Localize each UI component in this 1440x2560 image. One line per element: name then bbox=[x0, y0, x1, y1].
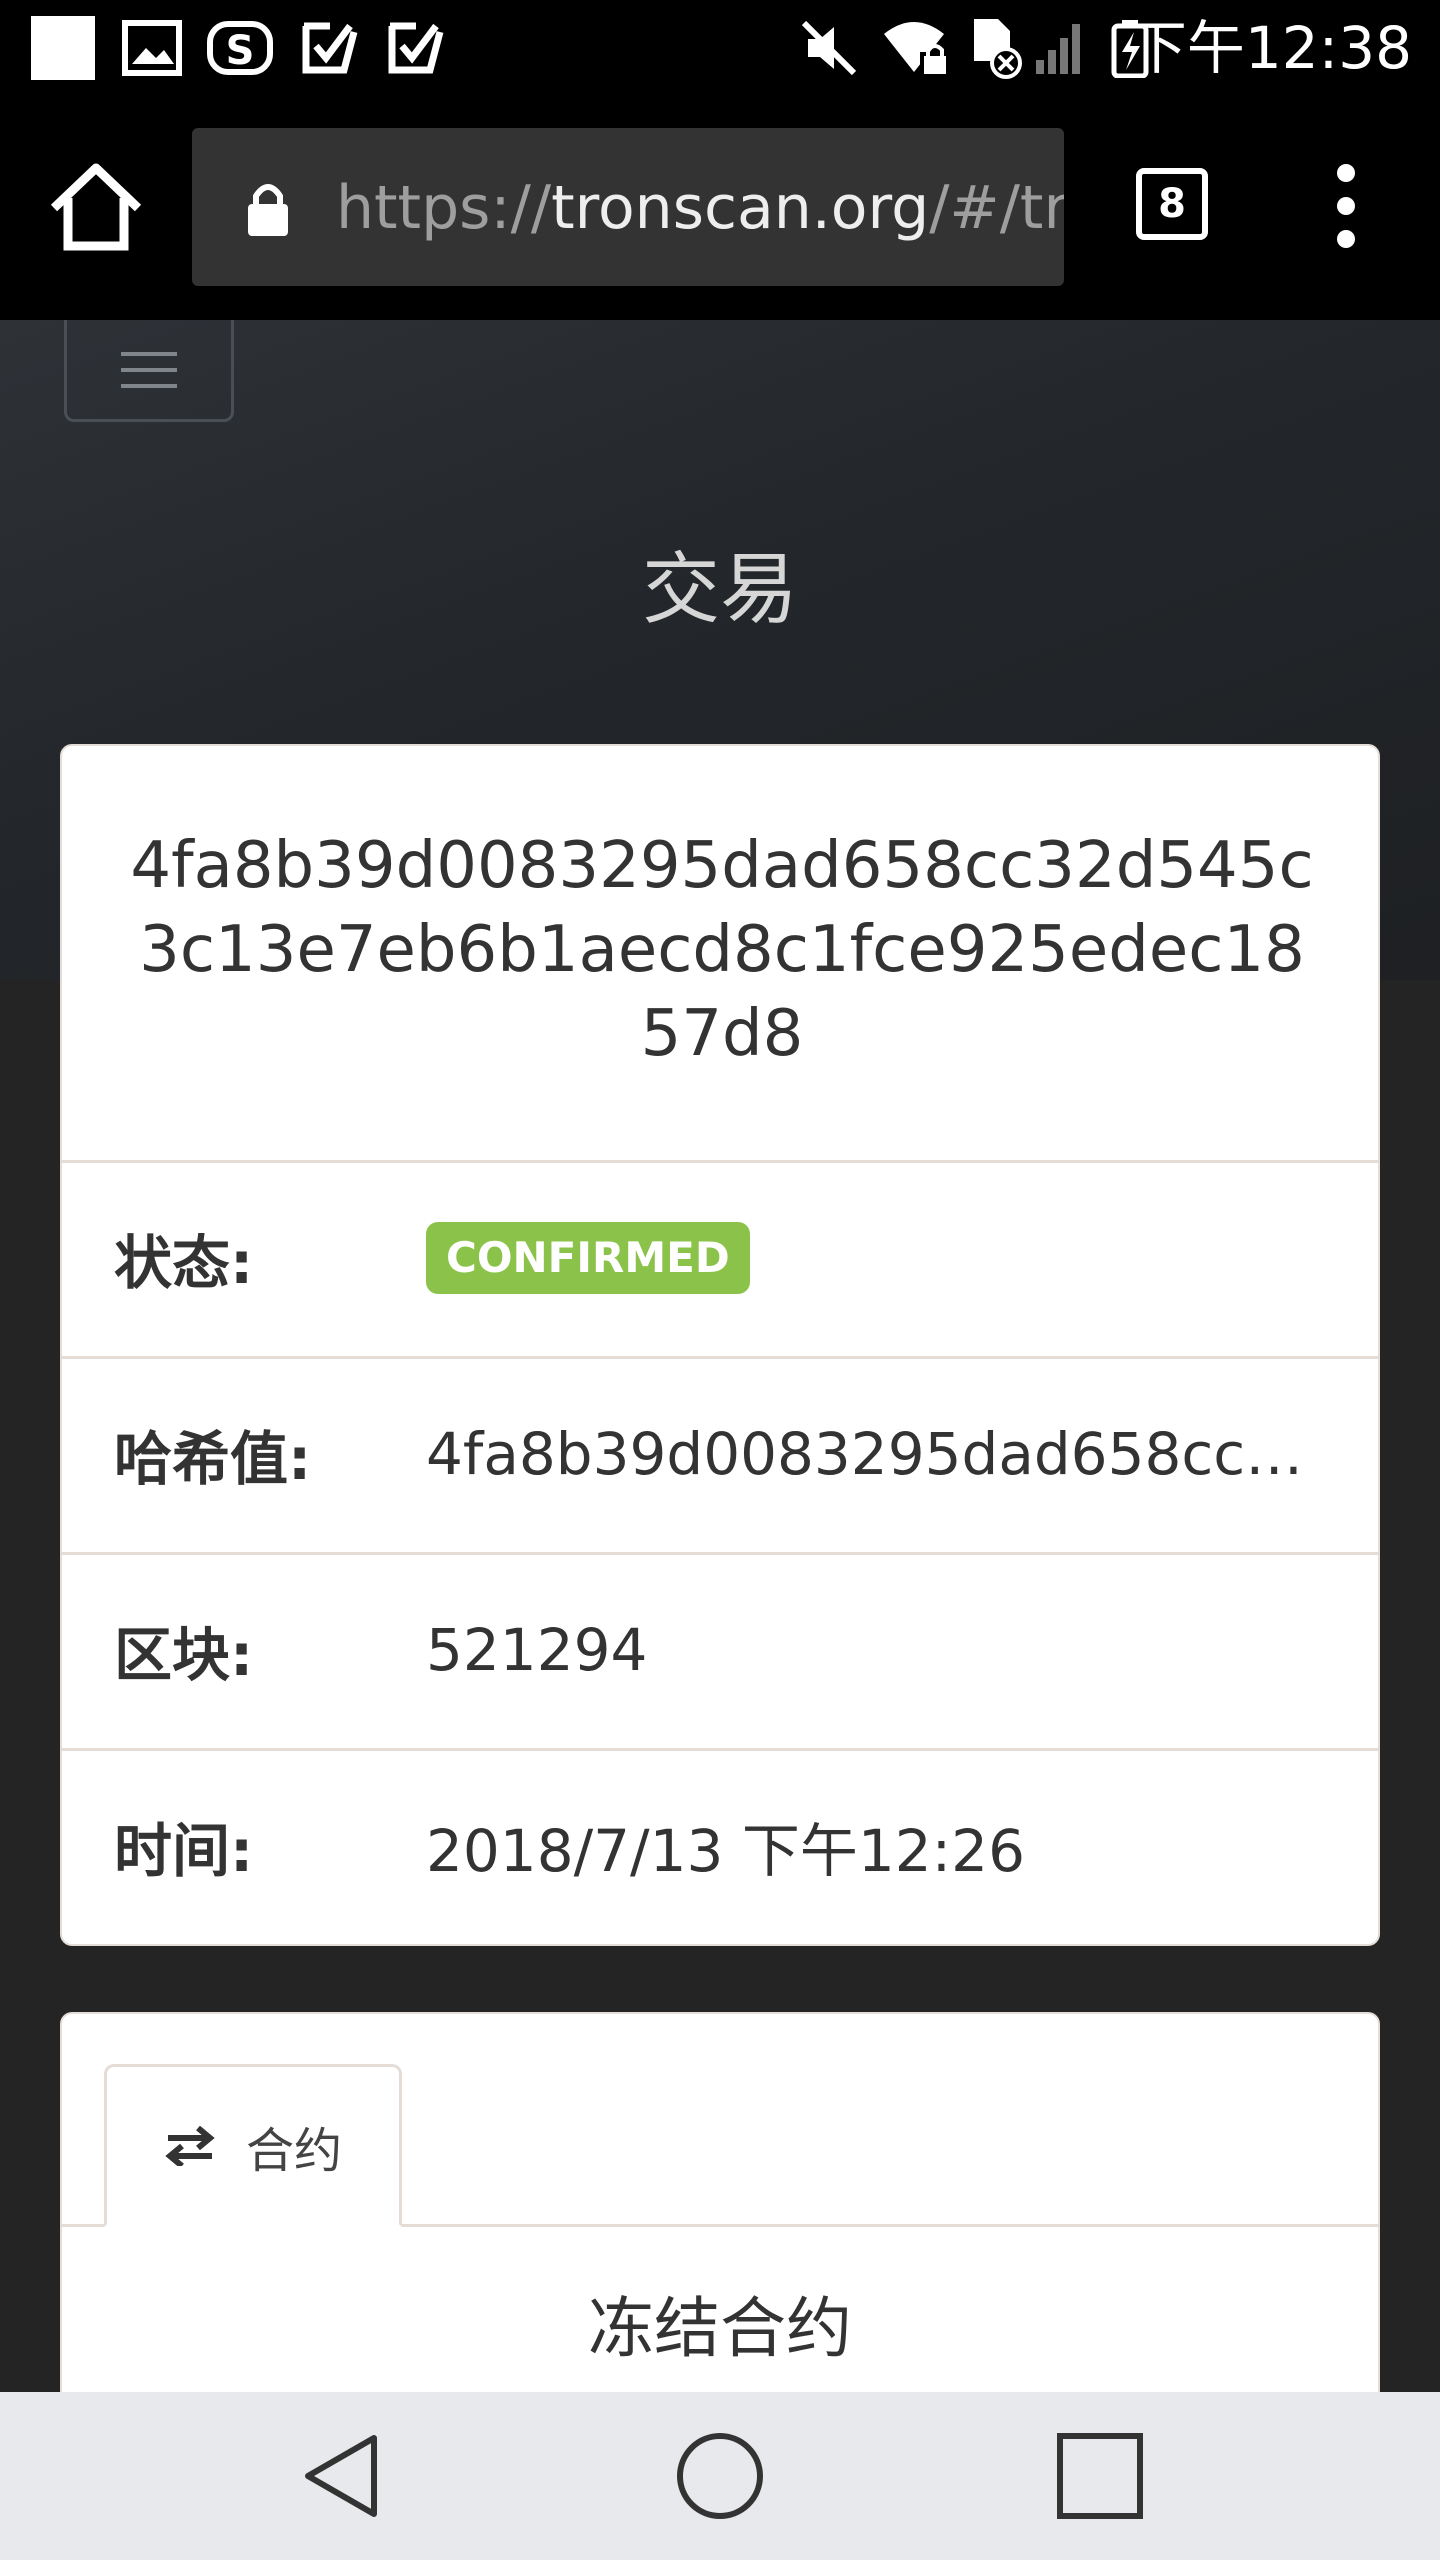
status-badge: CONFIRMED bbox=[426, 1222, 750, 1294]
hamburger-line-icon bbox=[121, 383, 177, 388]
square-icon bbox=[30, 16, 96, 80]
tab-switcher-button[interactable]: 8 bbox=[1136, 168, 1208, 240]
hash-value[interactable]: 4fa8b39d0083295dad658cc3… bbox=[426, 1420, 1316, 1488]
wifi-lock-icon bbox=[880, 18, 952, 78]
hash-row: 哈希值: 4fa8b39d0083295dad658cc3… bbox=[62, 1356, 1378, 1555]
hamburger-line-icon bbox=[121, 367, 177, 372]
url-path: /#/tr bbox=[929, 173, 1064, 243]
image-icon bbox=[122, 18, 182, 78]
url-scheme: https:// bbox=[336, 173, 552, 243]
hash-value-cell: 4fa8b39d0083295dad658cc3… bbox=[426, 1359, 1326, 1549]
block-row: 区块: 521294 bbox=[62, 1552, 1378, 1751]
browser-toolbar: https://tronscan.org/#/tr 8 bbox=[0, 96, 1440, 320]
url-text[interactable]: https://tronscan.org/#/tr bbox=[336, 168, 1064, 248]
time-value: 2018/7/13 下午12:26 bbox=[426, 1817, 1025, 1885]
back-triangle-icon bbox=[305, 2435, 377, 2517]
hash-label: 哈希值: bbox=[114, 1425, 312, 1493]
mute-icon bbox=[800, 18, 858, 78]
block-value[interactable]: 521294 bbox=[426, 1555, 1326, 1745]
svg-text:S: S bbox=[226, 28, 255, 74]
status-bar: S 下午12:38 bbox=[0, 0, 1440, 96]
app-s-icon: S bbox=[206, 18, 274, 78]
home-icon bbox=[50, 163, 142, 251]
system-navigation-bar bbox=[0, 2392, 1440, 2560]
home-nav-button[interactable] bbox=[640, 2412, 800, 2540]
block-label: 区块: bbox=[114, 1621, 254, 1689]
transfer-arrows-icon bbox=[165, 2125, 215, 2166]
menu-dot-icon bbox=[1337, 230, 1355, 248]
home-circle-icon bbox=[677, 2433, 763, 2519]
hamburger-line-icon bbox=[121, 351, 177, 356]
contract-type-heading: 冻结合约 bbox=[588, 2290, 852, 2367]
signal-icon bbox=[1034, 18, 1090, 78]
url-bar[interactable]: https://tronscan.org/#/tr bbox=[192, 128, 1064, 286]
page-title: 交易 bbox=[641, 545, 798, 635]
menu-dot-icon bbox=[1337, 197, 1355, 215]
sim-off-icon bbox=[968, 18, 1026, 79]
time-row: 时间: 2018/7/13 下午12:26 bbox=[62, 1748, 1378, 1947]
navbar-toggle-button[interactable] bbox=[64, 320, 234, 422]
lock-icon bbox=[244, 180, 292, 242]
url-domain: tronscan.org bbox=[551, 173, 930, 243]
check-notif-icon bbox=[386, 18, 444, 78]
home-button[interactable] bbox=[40, 152, 152, 264]
overflow-menu-button[interactable] bbox=[1316, 164, 1376, 248]
back-button[interactable] bbox=[262, 2412, 422, 2540]
recents-square-icon bbox=[1057, 2433, 1143, 2519]
transaction-card: 4fa8b39d0083295dad658cc32d545c3c13e7eb6b… bbox=[60, 744, 1380, 1946]
menu-dot-icon bbox=[1337, 164, 1355, 182]
status-time: 下午12:38 bbox=[1128, 14, 1412, 82]
check-notif-icon bbox=[300, 18, 358, 78]
recents-button[interactable] bbox=[1020, 2412, 1180, 2540]
tab-contract-label: 合约 bbox=[245, 2122, 342, 2179]
tab-contract[interactable]: 合约 bbox=[104, 2064, 402, 2227]
contract-card: 合约 冻结合约 bbox=[60, 2012, 1380, 2432]
status-row: 状态: CONFIRMED bbox=[62, 1160, 1378, 1359]
status-label: 状态: bbox=[114, 1229, 254, 1297]
transaction-hash-title: 4fa8b39d0083295dad658cc32d545c3c13e7eb6b… bbox=[130, 829, 1314, 1071]
status-value-cell: CONFIRMED bbox=[426, 1163, 1326, 1353]
time-label: 时间: bbox=[114, 1817, 254, 1885]
